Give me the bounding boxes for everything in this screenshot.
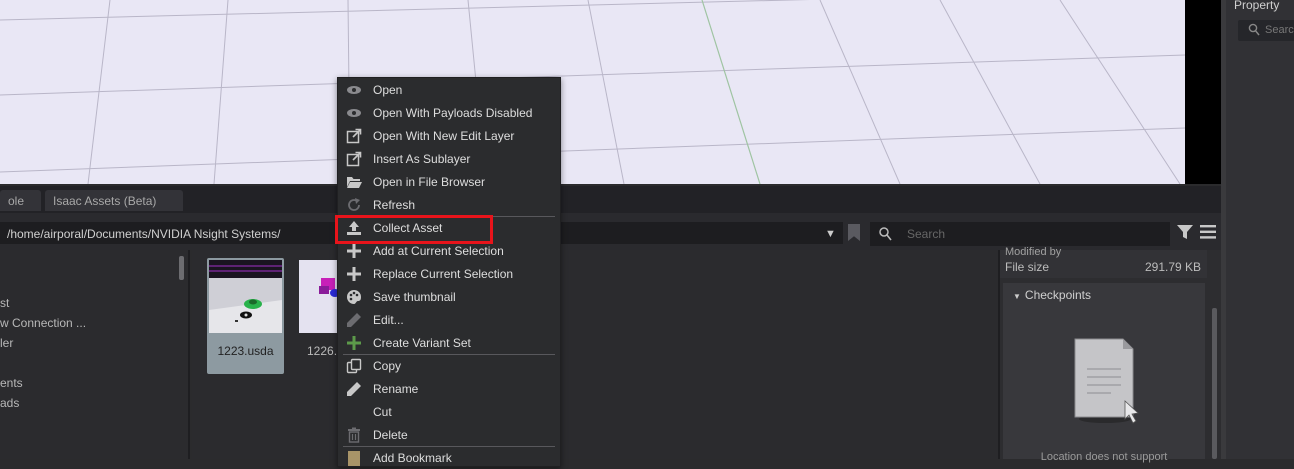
file-thumbnail	[209, 260, 282, 333]
menu-item-label: Rename	[373, 382, 419, 396]
tab-strip: ole Isaac Assets (Beta)	[0, 186, 1221, 213]
menu-item-open-file-browser[interactable]: Open in File Browser	[338, 170, 560, 193]
menu-item-label: Delete	[373, 428, 408, 442]
tab-label: ole	[8, 194, 25, 208]
property-search-placeholder: Search	[1265, 24, 1294, 36]
file-search-input[interactable]: Search	[870, 222, 1170, 246]
external-link-icon	[346, 128, 362, 144]
menu-item-edit[interactable]: Edit...	[338, 308, 560, 331]
menu-item-add-bookmark[interactable]: Add Bookmark	[338, 446, 560, 469]
menu-item-open[interactable]: Open	[338, 78, 560, 101]
menu-item-label: Save thumbnail	[373, 290, 456, 304]
refresh-icon	[346, 197, 362, 213]
trash-icon	[346, 427, 362, 443]
menu-item-label: Open With New Edit Layer	[373, 129, 515, 143]
menu-item-open-new-edit-layer[interactable]: Open With New Edit Layer	[338, 124, 560, 147]
plus-icon	[346, 266, 362, 282]
eye-icon	[346, 105, 362, 121]
menu-item-label: Create Variant Set	[373, 336, 471, 350]
file-name: 1223.usda	[217, 344, 274, 358]
checkpoints-note: Location does not support	[1040, 451, 1168, 463]
viewport-border	[1185, 0, 1221, 184]
property-search-input[interactable]: Search	[1238, 20, 1294, 41]
tree-item[interactable]: ads	[0, 396, 19, 410]
menu-item-replace-selection[interactable]: Replace Current Selection	[338, 262, 560, 285]
eye-icon	[346, 82, 362, 98]
chevron-down-icon: ▼	[1013, 292, 1021, 301]
menu-item-insert-sublayer[interactable]: Insert As Sublayer	[338, 147, 560, 170]
menu-item-save-thumbnail[interactable]: Save thumbnail	[338, 285, 560, 308]
property-panel: Property Search	[1226, 0, 1294, 459]
menu-item-label: Cut	[373, 405, 392, 419]
checkpoints-title: Checkpoints	[1024, 288, 1091, 302]
folder-tree: st w Connection ... ler ents ads	[0, 250, 190, 459]
tree-item[interactable]: w Connection ...	[0, 316, 86, 330]
copy-icon	[346, 358, 362, 374]
search-placeholder: Search	[907, 227, 946, 241]
tree-item[interactable]: st	[0, 296, 9, 310]
file-size-value: 291.79 KB	[1145, 260, 1202, 274]
pencil-icon	[346, 312, 362, 328]
search-icon	[878, 226, 892, 245]
menu-item-label: Open With Payloads Disabled	[373, 106, 533, 120]
menu-item-label: Copy	[373, 359, 402, 373]
menu-item-copy[interactable]: Copy	[338, 354, 560, 377]
property-title: Property	[1234, 0, 1280, 12]
folder-open-icon	[346, 174, 362, 190]
tab-isaac-assets[interactable]: Isaac Assets (Beta)	[45, 190, 183, 211]
bookmark-icon[interactable]	[848, 224, 860, 241]
hamburger-menu-icon[interactable]	[1200, 225, 1216, 242]
filter-icon[interactable]	[1176, 223, 1194, 244]
menu-item-refresh[interactable]: Refresh	[338, 193, 560, 216]
file-size-label: File size	[1005, 260, 1050, 274]
menu-item-open-payloads-disabled[interactable]: Open With Payloads Disabled	[338, 101, 560, 124]
checkpoints-header[interactable]: ▼ Checkpoints	[1013, 288, 1091, 302]
tree-scrollbar[interactable]	[179, 256, 184, 280]
file-card[interactable]: 1223.usda	[207, 258, 284, 374]
menu-item-cut[interactable]: Cut	[338, 400, 560, 423]
details-scrollbar[interactable]	[1212, 308, 1217, 459]
cut-icon	[346, 404, 362, 420]
menu-item-label: Refresh	[373, 198, 416, 212]
tree-item[interactable]: ler	[0, 336, 13, 350]
menu-item-label: Open in File Browser	[373, 175, 486, 189]
menu-item-label: Add at Current Selection	[373, 244, 504, 258]
bookmark-icon	[346, 450, 362, 466]
viewport[interactable]	[0, 0, 1185, 184]
file-info: Modified by File size 291.79 KB	[1000, 246, 1207, 278]
menu-item-delete[interactable]: Delete	[338, 423, 560, 446]
plus-icon	[346, 335, 362, 351]
path-bar: /home/airporal/Documents/NVIDIA Nsight S…	[0, 213, 1221, 250]
menu-item-create-variant-set[interactable]: Create Variant Set	[338, 331, 560, 354]
details-panel: Modified by File size 291.79 KB ▼ Checkpo…	[998, 246, 1221, 463]
search-icon	[1248, 23, 1260, 40]
viewport-grid	[0, 0, 1185, 184]
pencil-icon	[346, 381, 362, 397]
plus-icon	[346, 243, 362, 259]
modified-by-label: Modified by	[1005, 246, 1062, 258]
palette-icon	[346, 289, 362, 305]
menu-item-label: Replace Current Selection	[373, 267, 514, 281]
document-icon	[1071, 335, 1143, 428]
menu-item-rename[interactable]: Rename	[338, 377, 560, 400]
tab-label: Isaac Assets (Beta)	[53, 194, 157, 208]
checkpoints-section: ▼ Checkpoints Location does not support	[1003, 283, 1205, 463]
highlight-box	[335, 215, 493, 244]
menu-item-label: Open	[373, 83, 403, 97]
chevron-down-icon[interactable]: ▼	[825, 228, 836, 240]
menu-item-label: Insert As Sublayer	[373, 152, 471, 166]
tree-item[interactable]: ents	[0, 376, 23, 390]
external-link-icon	[346, 151, 362, 167]
context-menu: Open Open With Payloads Disabled Open Wi…	[337, 77, 561, 467]
menu-item-label: Edit...	[373, 313, 404, 327]
tab-console[interactable]: ole	[0, 190, 41, 211]
menu-item-label: Add Bookmark	[373, 451, 452, 465]
file-grid: 1223.usda 1226.	[192, 250, 998, 459]
